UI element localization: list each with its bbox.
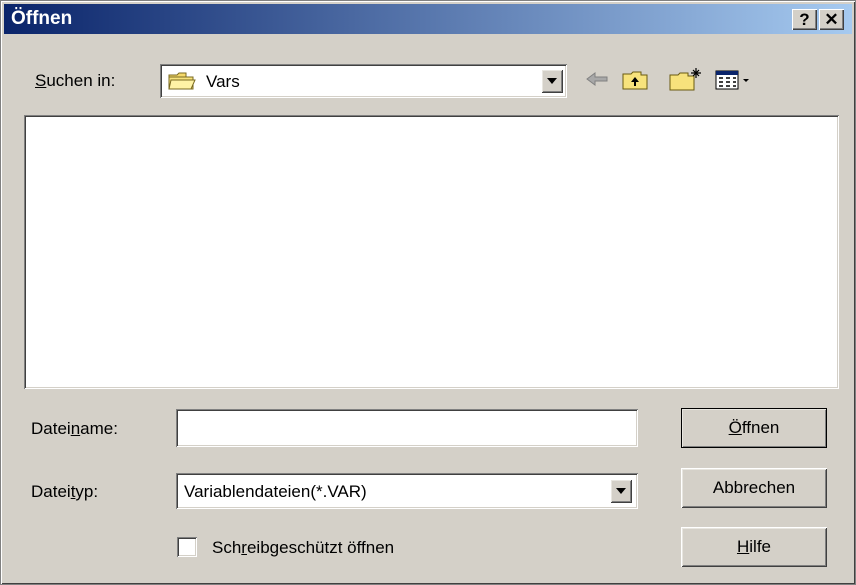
lookin-dropdown-button[interactable] [541, 69, 563, 93]
file-list[interactable] [24, 115, 839, 389]
readonly-label[interactable]: Schreibgeschützt öffnen [212, 538, 394, 558]
open-dialog: Öffnen ? ✕ Suchen in: Vars Dateiname: Da… [0, 0, 856, 585]
lookin-value: Vars [206, 72, 240, 91]
new-folder-icon[interactable] [668, 65, 704, 93]
filename-input[interactable] [176, 409, 638, 447]
view-menu-icon[interactable] [714, 65, 754, 93]
filename-label: Dateiname: [31, 419, 118, 438]
folder-icon [168, 72, 196, 90]
question-icon: ? [799, 10, 810, 29]
help-title-button[interactable]: ? [792, 9, 817, 30]
filetype-value: Variablendateien(*.VAR) [184, 482, 367, 501]
close-title-button[interactable]: ✕ [819, 9, 844, 30]
lookin-label: Suchen in: [35, 71, 116, 90]
chevron-down-icon [547, 78, 557, 84]
filetype-dropdown-button[interactable] [610, 479, 632, 503]
lookin-combobox[interactable]: Vars [160, 64, 567, 98]
up-folder-icon[interactable] [621, 65, 649, 93]
open-button[interactable]: Öffnen [681, 408, 827, 448]
filetype-label: Dateityp: [31, 482, 99, 501]
title-bar[interactable]: Öffnen ? ✕ [4, 4, 852, 34]
readonly-checkbox[interactable] [177, 537, 197, 557]
help-button[interactable]: Hilfe [681, 527, 827, 567]
back-arrow-icon[interactable] [584, 65, 610, 93]
chevron-down-icon [616, 488, 626, 494]
cancel-button[interactable]: Abbrechen [681, 468, 827, 508]
filetype-select[interactable]: Variablendateien(*.VAR) [176, 473, 638, 509]
close-icon: ✕ [824, 10, 839, 29]
window-title: Öffnen [11, 8, 73, 29]
